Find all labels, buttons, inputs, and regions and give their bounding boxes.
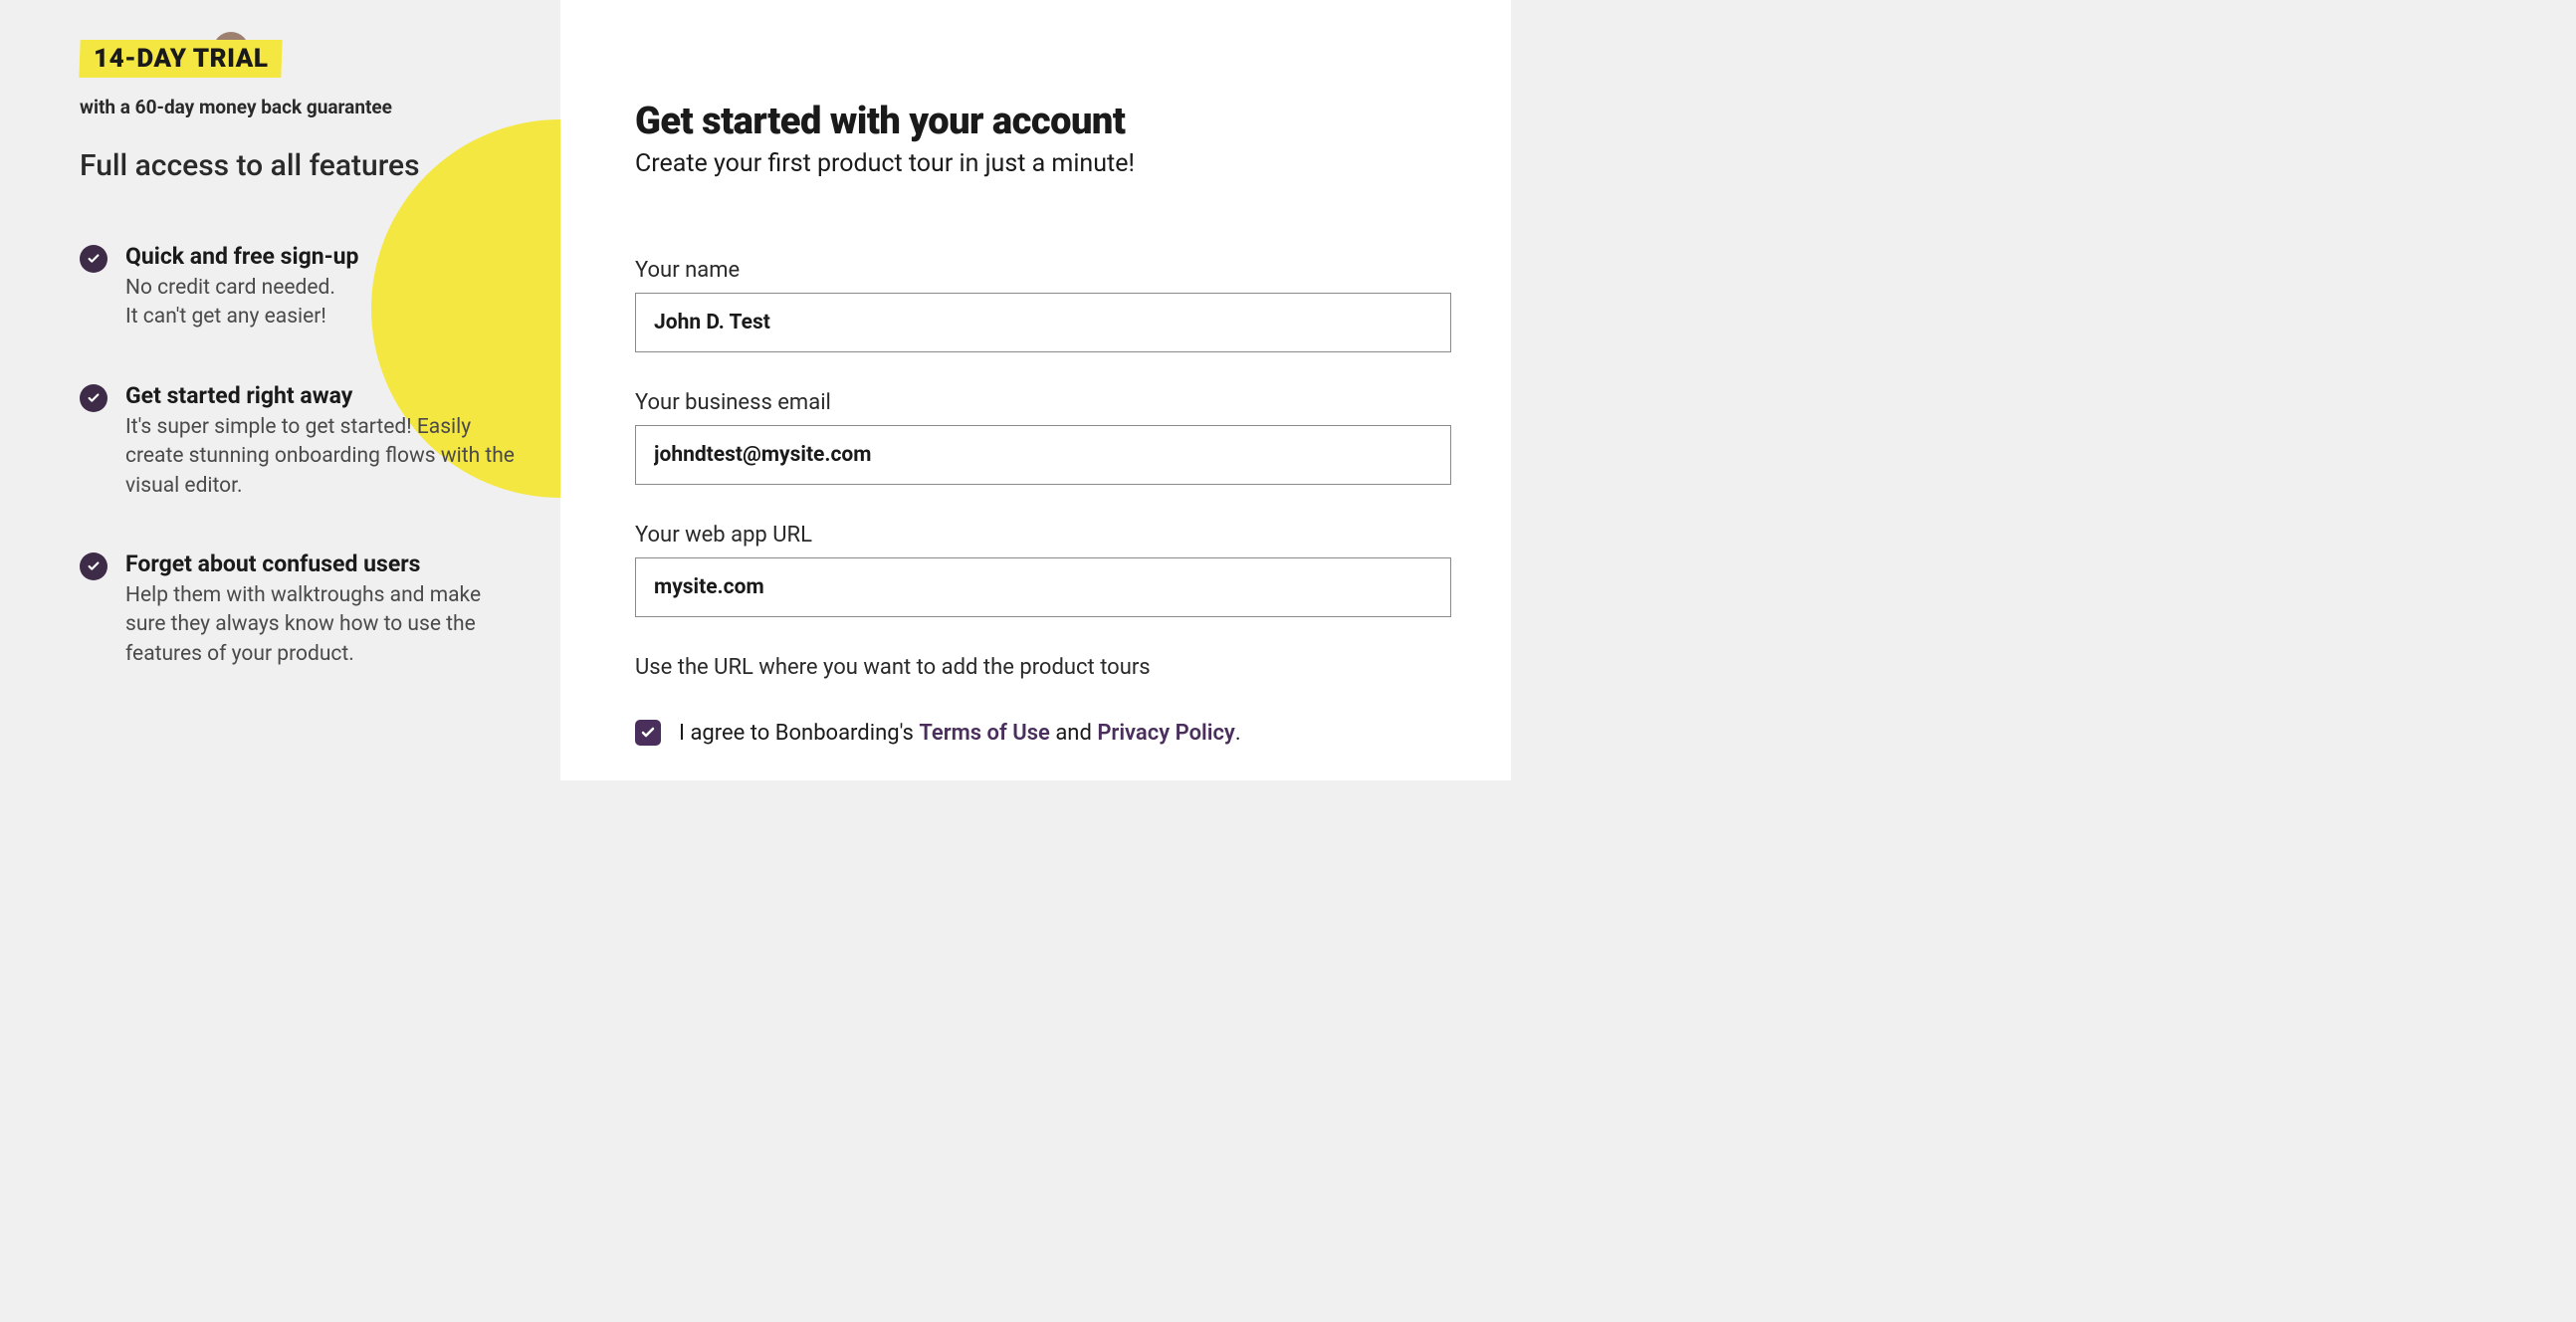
form-group-url: Your web app URL — [635, 523, 1451, 617]
url-hint: Use the URL where you want to add the pr… — [635, 655, 1451, 680]
feature-content: Forget about confused users Help them wi… — [125, 551, 521, 669]
agree-row: I agree to Bonboarding's Terms of Use an… — [635, 720, 1451, 746]
features-title: Full access to all features — [80, 148, 521, 183]
privacy-link[interactable]: Privacy Policy — [1097, 721, 1235, 746]
agree-mid: and — [1050, 721, 1097, 746]
agree-prefix: I agree to Bonboarding's — [679, 721, 919, 746]
right-panel: Get started with your account Create you… — [560, 0, 1511, 780]
feature-title: Forget about confused users — [125, 551, 521, 577]
check-icon — [80, 245, 107, 273]
feature-item: Forget about confused users Help them wi… — [80, 551, 521, 669]
feature-desc: It's super simple to get started! Easily… — [125, 413, 521, 501]
name-input[interactable] — [635, 293, 1451, 352]
form-group-name: Your name — [635, 258, 1451, 352]
check-icon — [80, 552, 107, 580]
check-icon — [80, 384, 107, 412]
agree-label: I agree to Bonboarding's Terms of Use an… — [679, 721, 1241, 746]
trial-badge-text: 14-DAY TRIAL — [94, 44, 268, 74]
name-label: Your name — [635, 258, 1451, 283]
feature-desc: Help them with walktroughs and make sure… — [125, 581, 521, 669]
feature-list: Quick and free sign-up No credit card ne… — [80, 243, 521, 669]
page-container: 14-DAY TRIAL with a 60-day money back gu… — [0, 0, 1511, 780]
url-input[interactable] — [635, 557, 1451, 617]
agree-suffix: . — [1235, 721, 1241, 746]
agree-checkbox[interactable] — [635, 720, 661, 746]
feature-title: Get started right away — [125, 382, 521, 409]
form-fields: Your name Your business email Your web a… — [635, 258, 1451, 746]
feature-item: Quick and free sign-up No credit card ne… — [80, 243, 521, 332]
terms-link[interactable]: Terms of Use — [919, 721, 1050, 746]
email-label: Your business email — [635, 390, 1451, 415]
trial-badge: 14-DAY TRIAL — [79, 40, 283, 78]
feature-content: Quick and free sign-up No credit card ne… — [125, 243, 521, 332]
email-input[interactable] — [635, 425, 1451, 485]
form-group-email: Your business email — [635, 390, 1451, 485]
feature-desc: No credit card needed.It can't get any e… — [125, 274, 521, 332]
feature-item: Get started right away It's super simple… — [80, 382, 521, 501]
feature-content: Get started right away It's super simple… — [125, 382, 521, 501]
left-panel: 14-DAY TRIAL with a 60-day money back gu… — [0, 0, 560, 780]
url-label: Your web app URL — [635, 523, 1451, 548]
form-title: Get started with your account — [635, 100, 1451, 143]
guarantee-text: with a 60-day money back guarantee — [80, 96, 521, 118]
feature-title: Quick and free sign-up — [125, 243, 521, 270]
form-subtitle: Create your first product tour in just a… — [635, 149, 1451, 178]
